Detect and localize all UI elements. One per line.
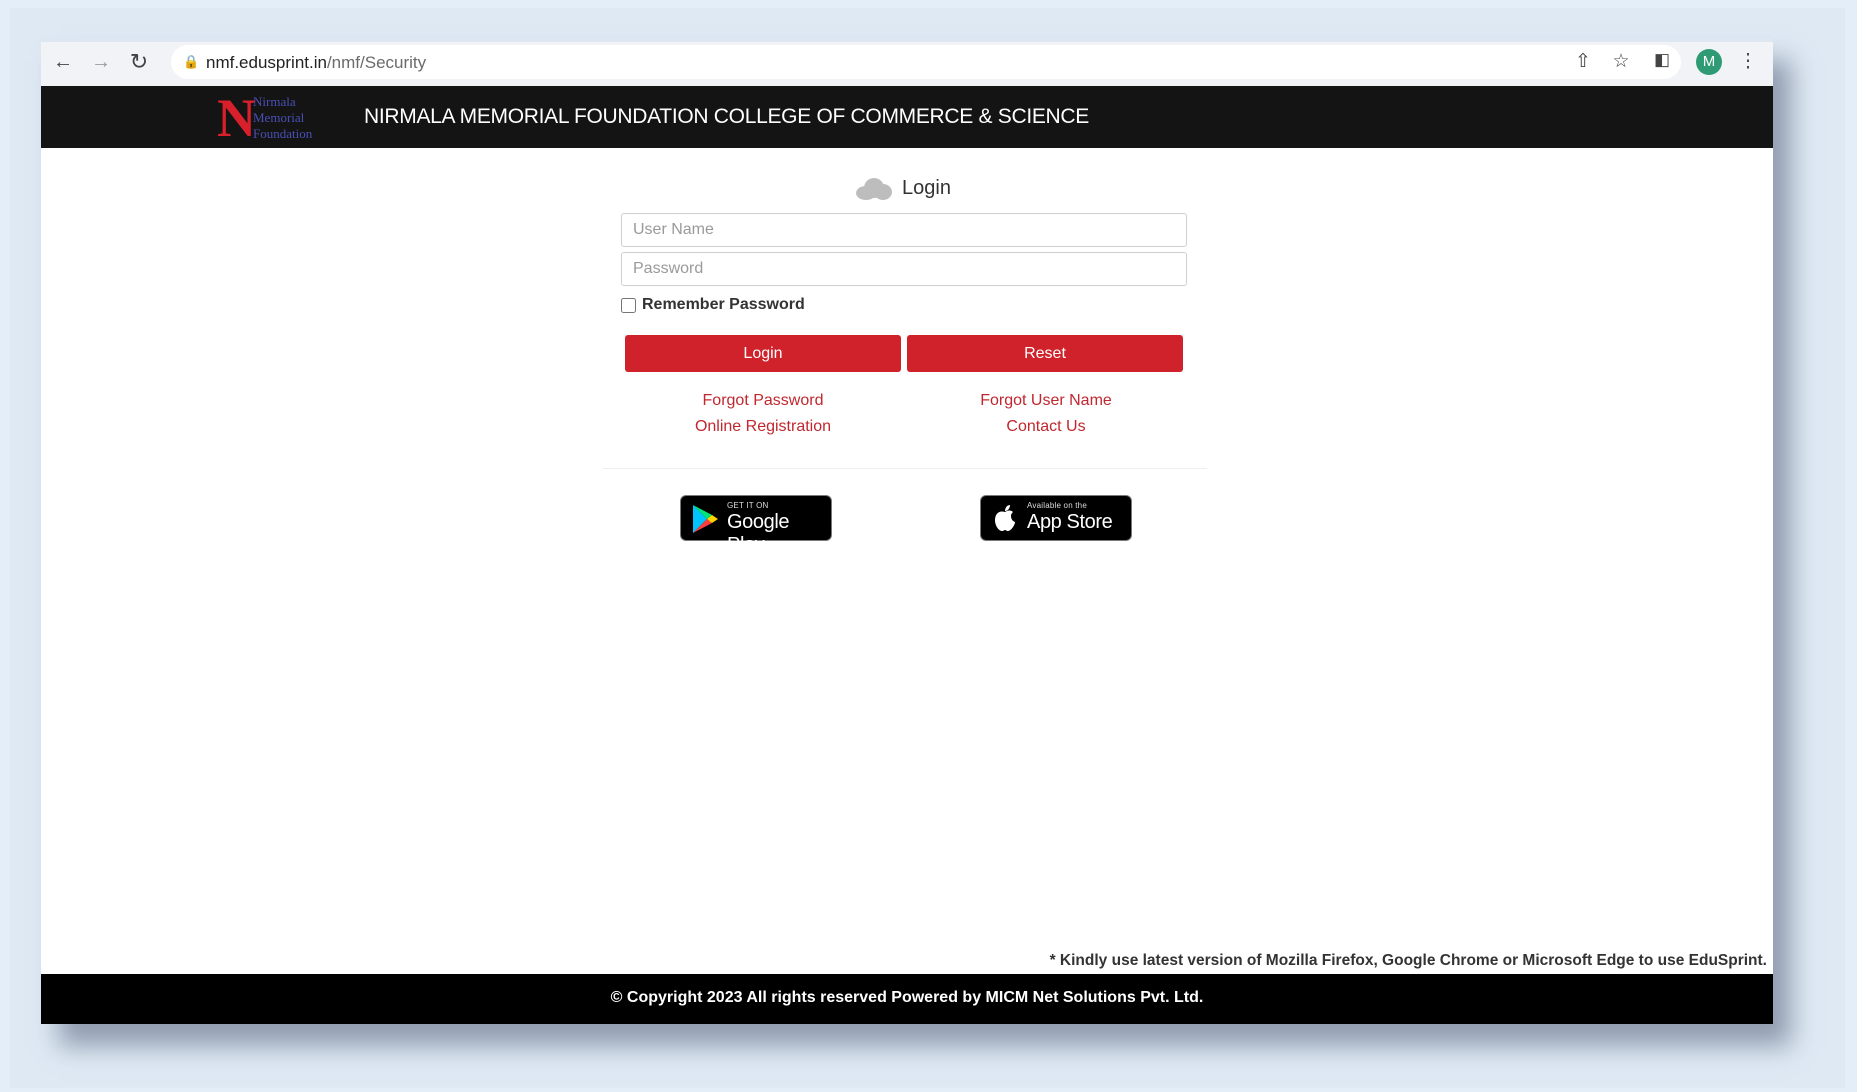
side-panel-icon[interactable]: ◧ bbox=[1650, 50, 1674, 70]
login-button[interactable]: Login bbox=[625, 335, 901, 372]
online-registration-link[interactable]: Online Registration bbox=[623, 418, 903, 436]
copyright-text: © Copyright 2023 All rights reserved Pow… bbox=[610, 989, 1204, 1006]
forgot-password-link[interactable]: Forgot Password bbox=[623, 392, 903, 410]
remember-password[interactable]: Remember Password bbox=[621, 296, 805, 314]
remember-password-checkbox[interactable] bbox=[621, 297, 636, 313]
browser-window: ← → ↻ 🔒 nmf.edusprint.in/nmf/Security ⇧ … bbox=[41, 38, 1773, 1024]
site-header: N Nirmala Memorial Foundation NIRMALA ME… bbox=[41, 86, 1773, 148]
url-text: nmf.edusprint.in/nmf/Security bbox=[206, 53, 426, 73]
login-heading: Login bbox=[856, 171, 951, 205]
app-store-badge[interactable]:  Available on the App Store bbox=[980, 495, 1132, 541]
kebab-menu-icon[interactable]: ⋮ bbox=[1736, 50, 1760, 73]
forgot-username-link[interactable]: Forgot User Name bbox=[906, 392, 1186, 410]
logo-line-1: Nirmala bbox=[253, 94, 296, 109]
login-title: Login bbox=[902, 176, 951, 199]
share-icon[interactable]: ⇧ bbox=[1571, 50, 1595, 73]
profile-avatar[interactable]: M bbox=[1696, 49, 1722, 75]
browser-notice: * Kindly use latest version of Mozilla F… bbox=[1049, 952, 1767, 969]
app-store-small-text: Available on the bbox=[1027, 501, 1087, 510]
logo-mark-icon: N bbox=[217, 88, 256, 148]
google-play-small-text: GET IT ON bbox=[727, 501, 769, 510]
cloud-icon bbox=[856, 176, 892, 200]
google-play-icon bbox=[693, 505, 718, 533]
url-path: /nmf/Security bbox=[326, 53, 427, 72]
logo-text: Nirmala Memorial Foundation bbox=[253, 94, 312, 142]
google-play-big-text: Google Play bbox=[727, 511, 790, 556]
lock-icon: 🔒 bbox=[183, 54, 200, 69]
college-logo: N Nirmala Memorial Foundation bbox=[217, 90, 337, 146]
logo-line-2: Memorial bbox=[253, 110, 305, 125]
contact-us-link[interactable]: Contact Us bbox=[906, 418, 1186, 436]
apple-shape-icon bbox=[995, 505, 1015, 531]
site-footer: © Copyright 2023 All rights reserved Pow… bbox=[41, 974, 1773, 1024]
username-input[interactable] bbox=[621, 213, 1187, 247]
reload-icon[interactable]: ↻ bbox=[125, 48, 153, 76]
browser-toolbar: ← → ↻ 🔒 nmf.edusprint.in/nmf/Security ⇧ … bbox=[41, 38, 1773, 87]
password-input[interactable] bbox=[621, 252, 1187, 286]
logo-line-3: Foundation bbox=[253, 126, 313, 141]
tab-strip bbox=[41, 38, 1773, 42]
divider bbox=[603, 468, 1207, 469]
remember-password-label: Remember Password bbox=[642, 296, 805, 313]
address-bar[interactable]: 🔒 nmf.edusprint.in/nmf/Security bbox=[171, 45, 1681, 79]
bookmark-star-icon[interactable]: ☆ bbox=[1609, 50, 1633, 73]
forward-arrow-icon[interactable]: → bbox=[87, 48, 115, 76]
site-title: NIRMALA MEMORIAL FOUNDATION COLLEGE OF C… bbox=[364, 105, 1089, 128]
back-arrow-icon[interactable]: ← bbox=[49, 48, 77, 76]
url-host: nmf.edusprint.in bbox=[206, 53, 327, 72]
reset-button[interactable]: Reset bbox=[907, 335, 1183, 372]
app-store-big-text: App Store bbox=[1027, 511, 1113, 533]
google-play-badge[interactable]: GET IT ON Google Play bbox=[680, 495, 832, 556]
